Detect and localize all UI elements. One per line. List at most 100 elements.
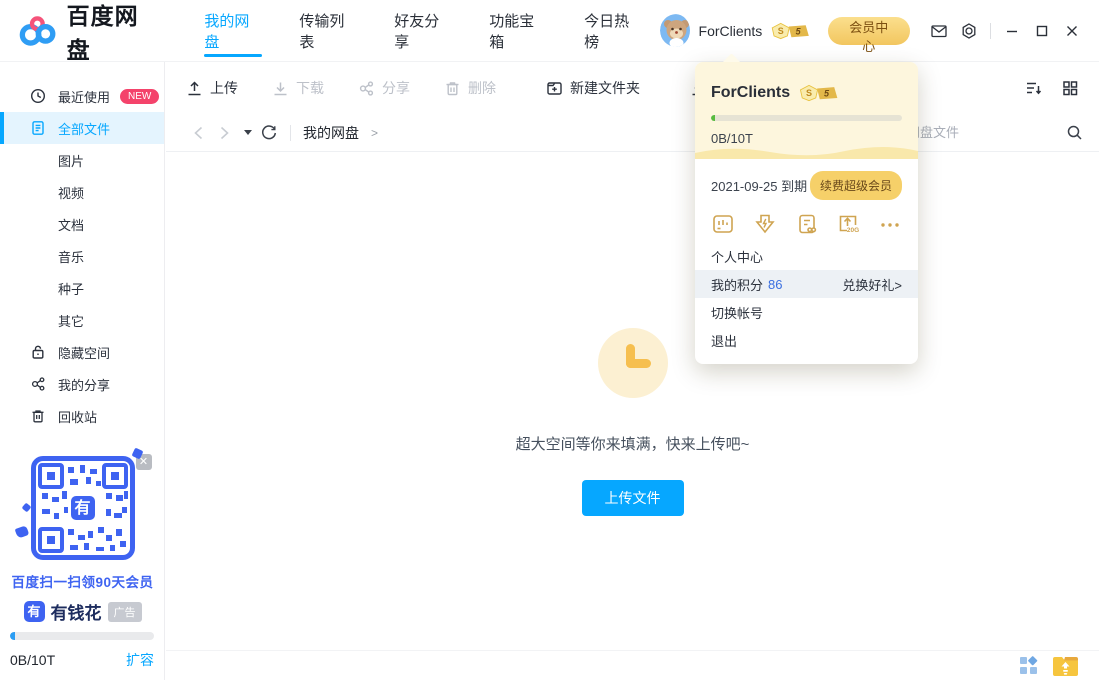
privilege-large-upload-icon[interactable]: 20G <box>836 212 860 236</box>
sidebar-item-recent[interactable]: 最近使用 NEW <box>0 80 164 112</box>
new-badge: NEW <box>120 89 159 104</box>
panel-storage-usage: 0B/10T <box>711 131 902 146</box>
back-icon[interactable] <box>188 123 208 143</box>
sidebar-item-documents[interactable]: 文档 <box>0 208 164 240</box>
trash-icon <box>444 80 461 97</box>
sidebar-item-label: 回收站 <box>58 407 97 426</box>
large-upload-badge: 20G <box>847 227 859 234</box>
download-button[interactable]: 下载 <box>272 78 324 98</box>
tab-my-drive[interactable]: 我的网盘 <box>204 0 261 62</box>
new-folder-icon <box>546 80 563 97</box>
search-icon[interactable] <box>1066 124 1083 141</box>
mail-icon[interactable] <box>924 17 954 45</box>
download-label: 下载 <box>296 78 324 98</box>
new-folder-button[interactable]: 新建文件夹 <box>546 78 640 98</box>
cube-decoration <box>14 525 29 539</box>
refresh-icon[interactable] <box>260 124 278 142</box>
top-right-group: ForClients S 5 会员中心 <box>660 14 1099 47</box>
share-button[interactable]: 分享 <box>358 78 410 98</box>
panel-storage-fill <box>711 115 715 121</box>
sidebar-item-pictures[interactable]: 图片 <box>0 144 164 176</box>
app-title: 百度网盘 <box>67 0 160 65</box>
sidebar-item-label: 最近使用 <box>58 87 110 106</box>
sidebar-item-label: 我的分享 <box>58 375 110 394</box>
sidebar-item-videos[interactable]: 视频 <box>0 176 164 208</box>
sidebar: 最近使用 NEW 全部文件 图片 视频 文档 音乐 种子 其它 隐藏空间 我的分… <box>0 62 165 680</box>
storage-summary: 0B/10T 扩容 <box>10 632 154 670</box>
empty-clock-illustration <box>598 328 668 398</box>
user-dropdown-panel: ForClients S 5 0B/10T 2021-09-25 到期 续费超级… <box>695 62 918 364</box>
main-content: 上传 下载 分享 删除 新建文件夹 离线下载 <box>166 62 1099 680</box>
upload-button[interactable]: 上传 <box>186 78 238 98</box>
history-dropdown-icon[interactable] <box>244 130 252 135</box>
sidebar-item-label: 全部文件 <box>58 119 110 138</box>
privilege-more-icon[interactable] <box>878 212 902 236</box>
sort-icon[interactable] <box>1021 77 1047 99</box>
close-icon[interactable] <box>1057 17 1087 45</box>
trash-icon <box>30 408 46 424</box>
panel-user-name: ForClients <box>711 84 790 102</box>
minimize-icon[interactable] <box>997 17 1027 45</box>
renew-svip-button[interactable]: 续费超级会员 <box>810 171 902 200</box>
user-panel-header: ForClients S 5 0B/10T <box>695 62 918 159</box>
bear-avatar-icon <box>660 14 689 47</box>
new-folder-label: 新建文件夹 <box>570 78 640 98</box>
top-bar: 百度网盘 我的网盘 传输列表 好友分享 功能宝箱 今日热榜 ForClients… <box>0 0 1099 62</box>
share-label: 分享 <box>382 78 410 98</box>
privilege-capacity-icon[interactable] <box>711 212 735 236</box>
tab-transfer-list[interactable]: 传输列表 <box>299 0 356 62</box>
privilege-doc-infinite-icon[interactable] <box>795 212 819 236</box>
privilege-speed-download-icon[interactable] <box>753 212 777 236</box>
sidebar-item-others[interactable]: 其它 <box>0 304 164 336</box>
clock-icon <box>30 88 46 104</box>
bottom-strip <box>166 650 1099 680</box>
tab-toolbox[interactable]: 功能宝箱 <box>489 0 546 62</box>
sidebar-item-hidden-space[interactable]: 隐藏空间 <box>0 336 164 368</box>
share-icon <box>30 376 46 392</box>
upload-file-button[interactable]: 上传文件 <box>582 480 684 516</box>
menu-my-points[interactable]: 我的积分 86 兑换好礼> <box>695 270 918 298</box>
sidebar-item-my-shares[interactable]: 我的分享 <box>0 368 164 400</box>
cube-decoration <box>21 503 31 513</box>
vip-expire-date: 2021-09-25 到期 <box>711 176 807 195</box>
empty-state: 超大空间等你来填满，快来上传吧~ 上传文件 <box>166 328 1099 516</box>
sidebar-item-label: 隐藏空间 <box>58 343 110 362</box>
qr-code: ✕ <box>31 456 135 560</box>
wave-decoration <box>695 144 918 159</box>
breadcrumb-root[interactable]: 我的网盘 <box>303 123 359 143</box>
member-center-button[interactable]: 会员中心 <box>828 17 910 45</box>
maximize-icon[interactable] <box>1027 17 1057 45</box>
delete-label: 删除 <box>468 78 496 98</box>
delete-button[interactable]: 删除 <box>444 78 496 98</box>
forward-icon[interactable] <box>214 123 234 143</box>
lock-icon <box>30 344 46 360</box>
settings-gear-icon[interactable] <box>954 17 984 45</box>
divider <box>990 23 991 39</box>
file-toolbar: 上传 下载 分享 删除 新建文件夹 离线下载 <box>166 62 1099 114</box>
baidu-netdisk-logo-icon <box>18 14 57 48</box>
sidebar-item-label: 文档 <box>58 215 84 234</box>
user-avatar[interactable] <box>660 14 689 47</box>
sidebar-item-label: 其它 <box>58 311 84 330</box>
widgets-icon[interactable] <box>1019 656 1038 675</box>
user-name[interactable]: ForClients <box>699 23 763 39</box>
svip-level-badge[interactable]: S 5 <box>770 21 809 41</box>
sidebar-item-torrents[interactable]: 种子 <box>0 272 164 304</box>
empty-message: 超大空间等你来填满，快来上传吧~ <box>166 433 1099 454</box>
promo-ad: ✕ <box>0 450 165 624</box>
expand-storage-link[interactable]: 扩容 <box>126 650 154 670</box>
storage-progress-fill <box>10 632 15 640</box>
sidebar-item-all-files[interactable]: 全部文件 <box>0 112 164 144</box>
upload-folder-icon[interactable] <box>1052 655 1079 677</box>
sidebar-item-recycle-bin[interactable]: 回收站 <box>0 400 164 432</box>
ad-caption: 百度扫一扫领90天会员 <box>0 571 165 591</box>
sidebar-item-music[interactable]: 音乐 <box>0 240 164 272</box>
storage-usage: 0B/10T <box>10 652 55 668</box>
menu-personal-center[interactable]: 个人中心 <box>695 242 918 270</box>
tab-friend-share[interactable]: 好友分享 <box>394 0 451 62</box>
menu-switch-account[interactable]: 切换帐号 <box>695 298 918 326</box>
redeem-gifts-link[interactable]: 兑换好礼> <box>842 275 902 294</box>
menu-logout[interactable]: 退出 <box>695 326 918 354</box>
tab-today-hot[interactable]: 今日热榜 <box>584 0 641 62</box>
grid-view-icon[interactable] <box>1057 77 1083 99</box>
